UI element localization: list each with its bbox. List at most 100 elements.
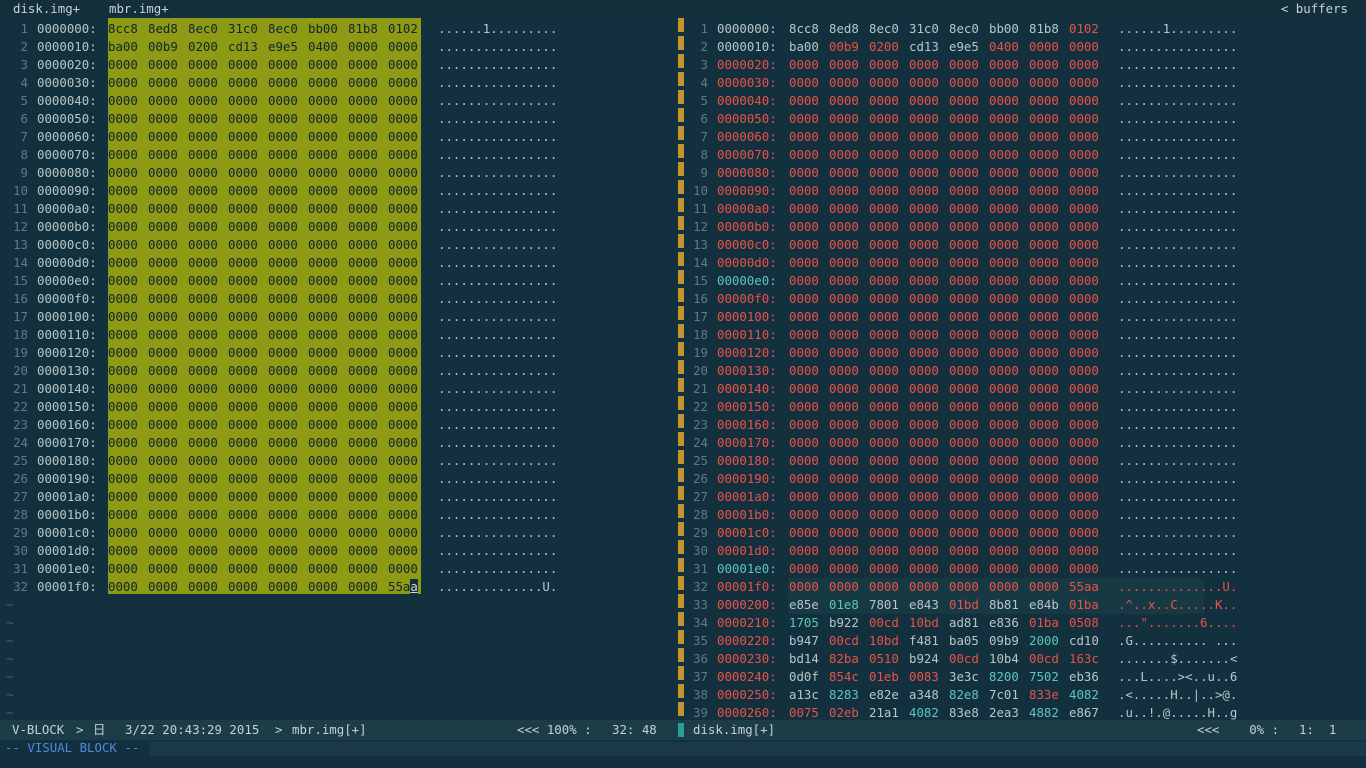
hex-row[interactable]: 3 0000020: 0000 0000 0000 0000 0000 0000 0000 000… (686, 56, 1366, 74)
hex-group[interactable]: 0000 (108, 416, 138, 434)
hex-group[interactable]: 0000 (388, 236, 418, 254)
hex-row[interactable]: 15 00000e0: 0000 0000 0000 0000 0000 0000 0000 00… (686, 272, 1366, 290)
hex-group[interactable]: 0000 (789, 56, 819, 74)
hex-group[interactable]: 0000 (909, 542, 939, 560)
hex-group[interactable]: 0000 (829, 56, 859, 74)
hex-group[interactable]: 0000 (188, 380, 218, 398)
hex-group[interactable]: 0000 (789, 344, 819, 362)
hex-group[interactable]: 0000 (869, 398, 899, 416)
hex-group[interactable]: 0000 (869, 488, 899, 506)
hex-group[interactable]: 0000 (789, 182, 819, 200)
hex-group[interactable]: 0102 (388, 20, 418, 38)
hex-group[interactable]: 0000 (228, 524, 258, 542)
hex-group[interactable]: 31c0 (909, 20, 939, 38)
hex-row[interactable]: 14 00000d0: 0000 0000 0000 0000 0000 0000 0000 00… (686, 254, 1366, 272)
hex-group[interactable]: 0000 (388, 218, 418, 236)
hex-group[interactable]: 0000 (348, 578, 378, 596)
hex-group[interactable]: 0000 (108, 236, 138, 254)
hex-group[interactable]: 0000 (829, 452, 859, 470)
hex-group[interactable]: 0000 (949, 182, 979, 200)
hex-row[interactable]: 30 00001d0: 0000 0000 0000 0000 0000 0000 0000 00… (686, 542, 1366, 560)
hex-group[interactable]: 0000 (949, 200, 979, 218)
hex-group[interactable]: 0000 (1069, 470, 1099, 488)
hex-group[interactable]: 8283 (829, 686, 859, 704)
hex-row[interactable]: 38 0000250: a13c 8283 e82e a348 82e8 7c01 833e 40… (686, 686, 1366, 704)
hex-group[interactable]: 0000 (348, 434, 378, 452)
hex-group[interactable]: 0000 (268, 74, 298, 92)
hex-group[interactable]: 0000 (348, 182, 378, 200)
hex-group[interactable]: 0000 (869, 452, 899, 470)
hex-row[interactable]: 12 00000b0: 0000 0000 0000 0000 0000 0000 0000 00… (686, 218, 1366, 236)
hex-group[interactable]: 0000 (909, 524, 939, 542)
hex-row[interactable]: 27 00001a0: 0000 0000 0000 0000 0000 0000 0000 00… (0, 488, 678, 506)
hex-group[interactable]: 0000 (388, 434, 418, 452)
hex-group[interactable]: 0000 (308, 236, 338, 254)
hex-group[interactable]: 0000 (1029, 506, 1059, 524)
hex-group[interactable]: 0000 (1029, 254, 1059, 272)
hex-group[interactable]: 8cc8 (108, 20, 138, 38)
hex-group[interactable]: 0000 (108, 506, 138, 524)
hex-group[interactable]: 0000 (1069, 506, 1099, 524)
hex-group[interactable]: 0000 (348, 326, 378, 344)
hex-row[interactable]: 25 0000180: 0000 0000 0000 0000 0000 0000 0000 00… (686, 452, 1366, 470)
hex-group[interactable]: 0000 (348, 38, 378, 56)
hex-group[interactable]: 0000 (789, 236, 819, 254)
hex-row[interactable]: 16 00000f0: 0000 0000 0000 0000 0000 0000 0000 00… (0, 290, 678, 308)
hex-group[interactable]: 0000 (148, 254, 178, 272)
hex-group[interactable]: 0000 (108, 164, 138, 182)
hex-group[interactable]: ba00 (108, 38, 138, 56)
hex-group[interactable]: 0000 (949, 326, 979, 344)
hex-group[interactable]: 0000 (829, 542, 859, 560)
hex-group[interactable]: 0400 (989, 38, 1019, 56)
hex-group[interactable]: 0000 (108, 146, 138, 164)
hex-group[interactable]: bd14 (789, 650, 819, 668)
hex-group[interactable]: 0000 (308, 542, 338, 560)
hex-group[interactable]: 0000 (1029, 416, 1059, 434)
hex-group[interactable]: 0000 (228, 128, 258, 146)
hex-group[interactable]: 0000 (909, 326, 939, 344)
hex-group[interactable]: 0000 (228, 506, 258, 524)
hex-group[interactable]: 4082 (909, 704, 939, 720)
hex-group[interactable]: 0000 (909, 362, 939, 380)
hex-row[interactable]: 7 0000060: 0000 0000 0000 0000 0000 0000 0000 000… (0, 128, 678, 146)
hex-group[interactable]: 0000 (228, 290, 258, 308)
hex-group[interactable]: 8ec0 (268, 20, 298, 38)
hex-group[interactable]: 0000 (348, 524, 378, 542)
hex-group[interactable]: 0000 (869, 272, 899, 290)
hex-group[interactable]: 0000 (188, 290, 218, 308)
hex-group[interactable]: 0000 (268, 218, 298, 236)
hex-group[interactable]: 0000 (829, 578, 859, 596)
hex-group[interactable]: 0000 (108, 308, 138, 326)
hex-group[interactable]: 0000 (789, 488, 819, 506)
hex-group[interactable]: 0000 (188, 182, 218, 200)
hex-group[interactable]: 00cd (949, 650, 979, 668)
hex-group[interactable]: 0000 (108, 128, 138, 146)
hex-group[interactable]: e9e5 (268, 38, 298, 56)
hex-group[interactable]: 0000 (869, 578, 899, 596)
hex-group[interactable]: 0000 (188, 128, 218, 146)
hex-group[interactable]: 7c01 (989, 686, 1019, 704)
hex-group[interactable]: 0000 (1029, 452, 1059, 470)
hex-group[interactable]: 0000 (949, 56, 979, 74)
hex-group[interactable]: 0000 (188, 218, 218, 236)
hex-group[interactable]: 0000 (148, 434, 178, 452)
hex-group[interactable]: 0000 (789, 506, 819, 524)
hex-group[interactable]: 0000 (949, 128, 979, 146)
hex-group[interactable]: 0400 (308, 38, 338, 56)
hex-group[interactable]: 0000 (789, 362, 819, 380)
hex-group[interactable]: 0000 (789, 542, 819, 560)
hex-group[interactable]: 0000 (268, 146, 298, 164)
hex-group[interactable]: 0000 (869, 56, 899, 74)
hex-group[interactable]: 0000 (228, 74, 258, 92)
hex-group[interactable]: 09b9 (989, 632, 1019, 650)
hex-group[interactable]: 0000 (308, 254, 338, 272)
hex-group[interactable]: 1705 (789, 614, 819, 632)
hex-group[interactable]: 0000 (909, 254, 939, 272)
hex-group[interactable]: 0000 (1029, 290, 1059, 308)
hex-row[interactable]: 18 0000110: 0000 0000 0000 0000 0000 0000 0000 00… (686, 326, 1366, 344)
hex-group[interactable]: 0000 (228, 398, 258, 416)
hex-group[interactable]: 0000 (1029, 308, 1059, 326)
command-line-area[interactable] (150, 742, 1366, 756)
hex-group[interactable]: 0000 (268, 344, 298, 362)
hex-group[interactable]: 833e (1029, 686, 1059, 704)
